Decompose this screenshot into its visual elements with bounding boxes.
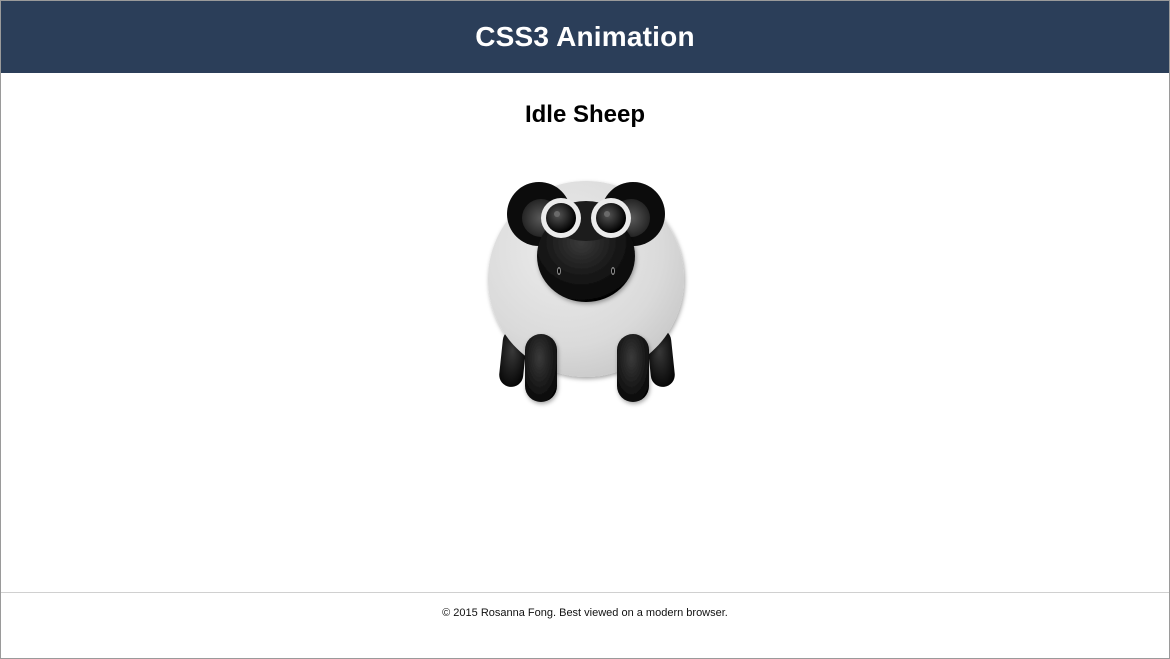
front-right-leg (617, 334, 649, 402)
page-title: CSS3 Animation (475, 21, 695, 52)
footer-divider (1, 592, 1169, 593)
footer-copyright: © 2015 Rosanna Fong. Best viewed on a mo… (442, 607, 728, 619)
front-left-leg (525, 334, 557, 402)
right-eye (591, 198, 631, 238)
sheep-illustration (481, 166, 691, 411)
left-eye (541, 198, 581, 238)
page-frame: CSS3 Animation Idle Sheep © 2015 Rosanna… (0, 0, 1170, 659)
page-header: CSS3 Animation (1, 1, 1169, 73)
animation-title: Idle Sheep (524, 101, 646, 128)
